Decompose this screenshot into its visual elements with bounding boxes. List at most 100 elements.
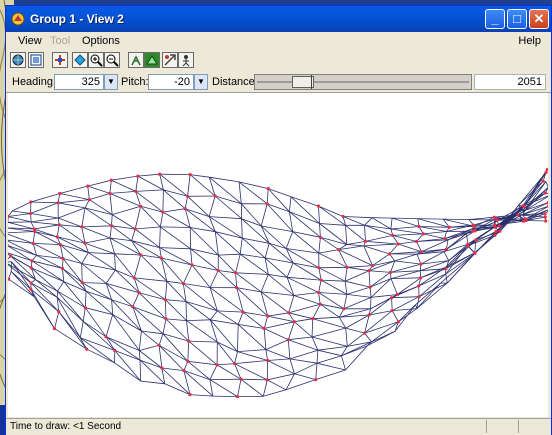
pan-icon[interactable] — [52, 52, 68, 68]
mesh-edge — [209, 287, 244, 313]
mesh-vertex — [113, 348, 117, 353]
heading-dropdown-button[interactable]: ▼ — [104, 74, 118, 90]
mesh-edge — [109, 193, 113, 215]
mesh-edge — [109, 180, 112, 194]
close-button[interactable]: ✕ — [529, 9, 549, 29]
mesh-edge — [187, 341, 190, 362]
maximize-button[interactable]: □ — [507, 9, 527, 29]
mesh-edge — [241, 218, 243, 239]
mesh-edge — [81, 225, 112, 228]
mesh-edge — [212, 395, 238, 397]
mesh-edge — [140, 206, 161, 228]
mesh-edge — [394, 253, 418, 262]
minimize-button[interactable]: _ — [485, 9, 505, 29]
app-icon — [11, 12, 25, 26]
mesh-edge — [317, 349, 342, 357]
mesh-edge — [56, 224, 60, 237]
mesh-edge — [391, 217, 420, 227]
menu-options[interactable]: Options — [82, 35, 120, 47]
mesh-edge — [111, 299, 114, 315]
mesh-edge — [159, 247, 191, 250]
mesh-edge — [82, 321, 116, 351]
mesh-edge — [345, 328, 348, 347]
distance-value: 2051 — [474, 74, 546, 90]
mesh-edge — [367, 330, 396, 347]
mesh-edge — [363, 243, 399, 247]
mesh-edge — [166, 280, 184, 284]
navigate-icon[interactable] — [72, 52, 88, 68]
mesh-vertex — [493, 233, 497, 237]
mesh-edge — [84, 207, 112, 227]
heading-field[interactable]: 325 — [54, 74, 104, 90]
mesh-edge — [262, 379, 268, 397]
terrain-mesh — [8, 168, 548, 399]
mesh-edge — [265, 339, 289, 350]
walk-icon[interactable] — [128, 52, 144, 68]
render-icon[interactable] — [144, 52, 160, 68]
mesh-edge — [132, 306, 167, 320]
mesh-edge — [370, 297, 372, 309]
pitch-dropdown-button[interactable]: ▼ — [194, 74, 208, 90]
mesh-edge — [159, 212, 164, 227]
mesh-edge — [289, 211, 320, 224]
menu-help[interactable]: Help — [518, 35, 541, 47]
mesh-vertex — [494, 229, 498, 234]
mesh-edge — [390, 226, 420, 230]
mesh-edge — [165, 318, 187, 321]
mesh-vertex — [417, 295, 421, 299]
distance-slider[interactable] — [254, 74, 472, 90]
terrain-view-3d[interactable] — [8, 93, 548, 417]
mesh-vertex — [9, 254, 13, 258]
mesh-edge — [391, 297, 393, 311]
mesh-edge — [347, 266, 370, 272]
mesh-vertex — [368, 285, 372, 289]
mesh-vertex — [216, 268, 220, 273]
mesh-edge — [165, 281, 168, 300]
fly-icon[interactable] — [162, 52, 178, 68]
mesh-vertex — [139, 204, 143, 208]
mesh-edge — [260, 203, 268, 227]
mesh-edge — [189, 394, 213, 397]
mesh-edge — [237, 349, 266, 352]
mesh-edge — [294, 362, 318, 375]
mesh-vertex — [471, 223, 475, 227]
globe-icon[interactable] — [10, 52, 26, 68]
menu-tool[interactable]: Tool — [50, 35, 70, 47]
title-bar[interactable]: Group 1 - View 2 _ □ ✕ — [6, 6, 551, 32]
mesh-edge — [209, 319, 218, 343]
frame-icon[interactable] — [28, 52, 44, 68]
mesh-vertex — [57, 310, 61, 314]
menu-view[interactable]: View — [18, 35, 42, 47]
mesh-edge — [364, 224, 391, 230]
mesh-vertex — [363, 239, 368, 243]
mesh-edge — [131, 240, 162, 259]
mesh-edge — [234, 351, 238, 364]
mesh-vertex — [317, 266, 321, 270]
mesh-edge — [319, 223, 346, 226]
mesh-edge — [81, 263, 107, 284]
mesh-vertex — [215, 363, 219, 367]
mesh-edge — [237, 311, 244, 325]
mesh-edge — [370, 297, 392, 310]
mesh-edge — [390, 218, 393, 230]
zoom-in-icon[interactable] — [88, 52, 104, 68]
mesh-edge — [389, 243, 399, 255]
mesh-vertex — [543, 191, 548, 195]
mesh-edge — [79, 321, 84, 338]
mesh-edge — [318, 280, 322, 293]
figure-icon[interactable] — [178, 52, 194, 68]
mesh-edge — [190, 248, 193, 266]
mesh-edge — [12, 201, 31, 212]
mesh-edge — [138, 350, 141, 361]
zoom-out-icon[interactable] — [104, 52, 120, 68]
mesh-edge — [415, 304, 418, 309]
mesh-edge — [185, 301, 187, 321]
pitch-field[interactable]: -20 — [148, 74, 194, 90]
mesh-edge — [185, 301, 218, 312]
mesh-edge — [162, 208, 186, 213]
status-bar: Time to draw: <1 Second — [6, 418, 551, 435]
mesh-edges — [8, 169, 548, 397]
distance-slider-groove — [257, 81, 469, 83]
mesh-edge — [140, 380, 165, 385]
mesh-edge — [139, 359, 163, 369]
